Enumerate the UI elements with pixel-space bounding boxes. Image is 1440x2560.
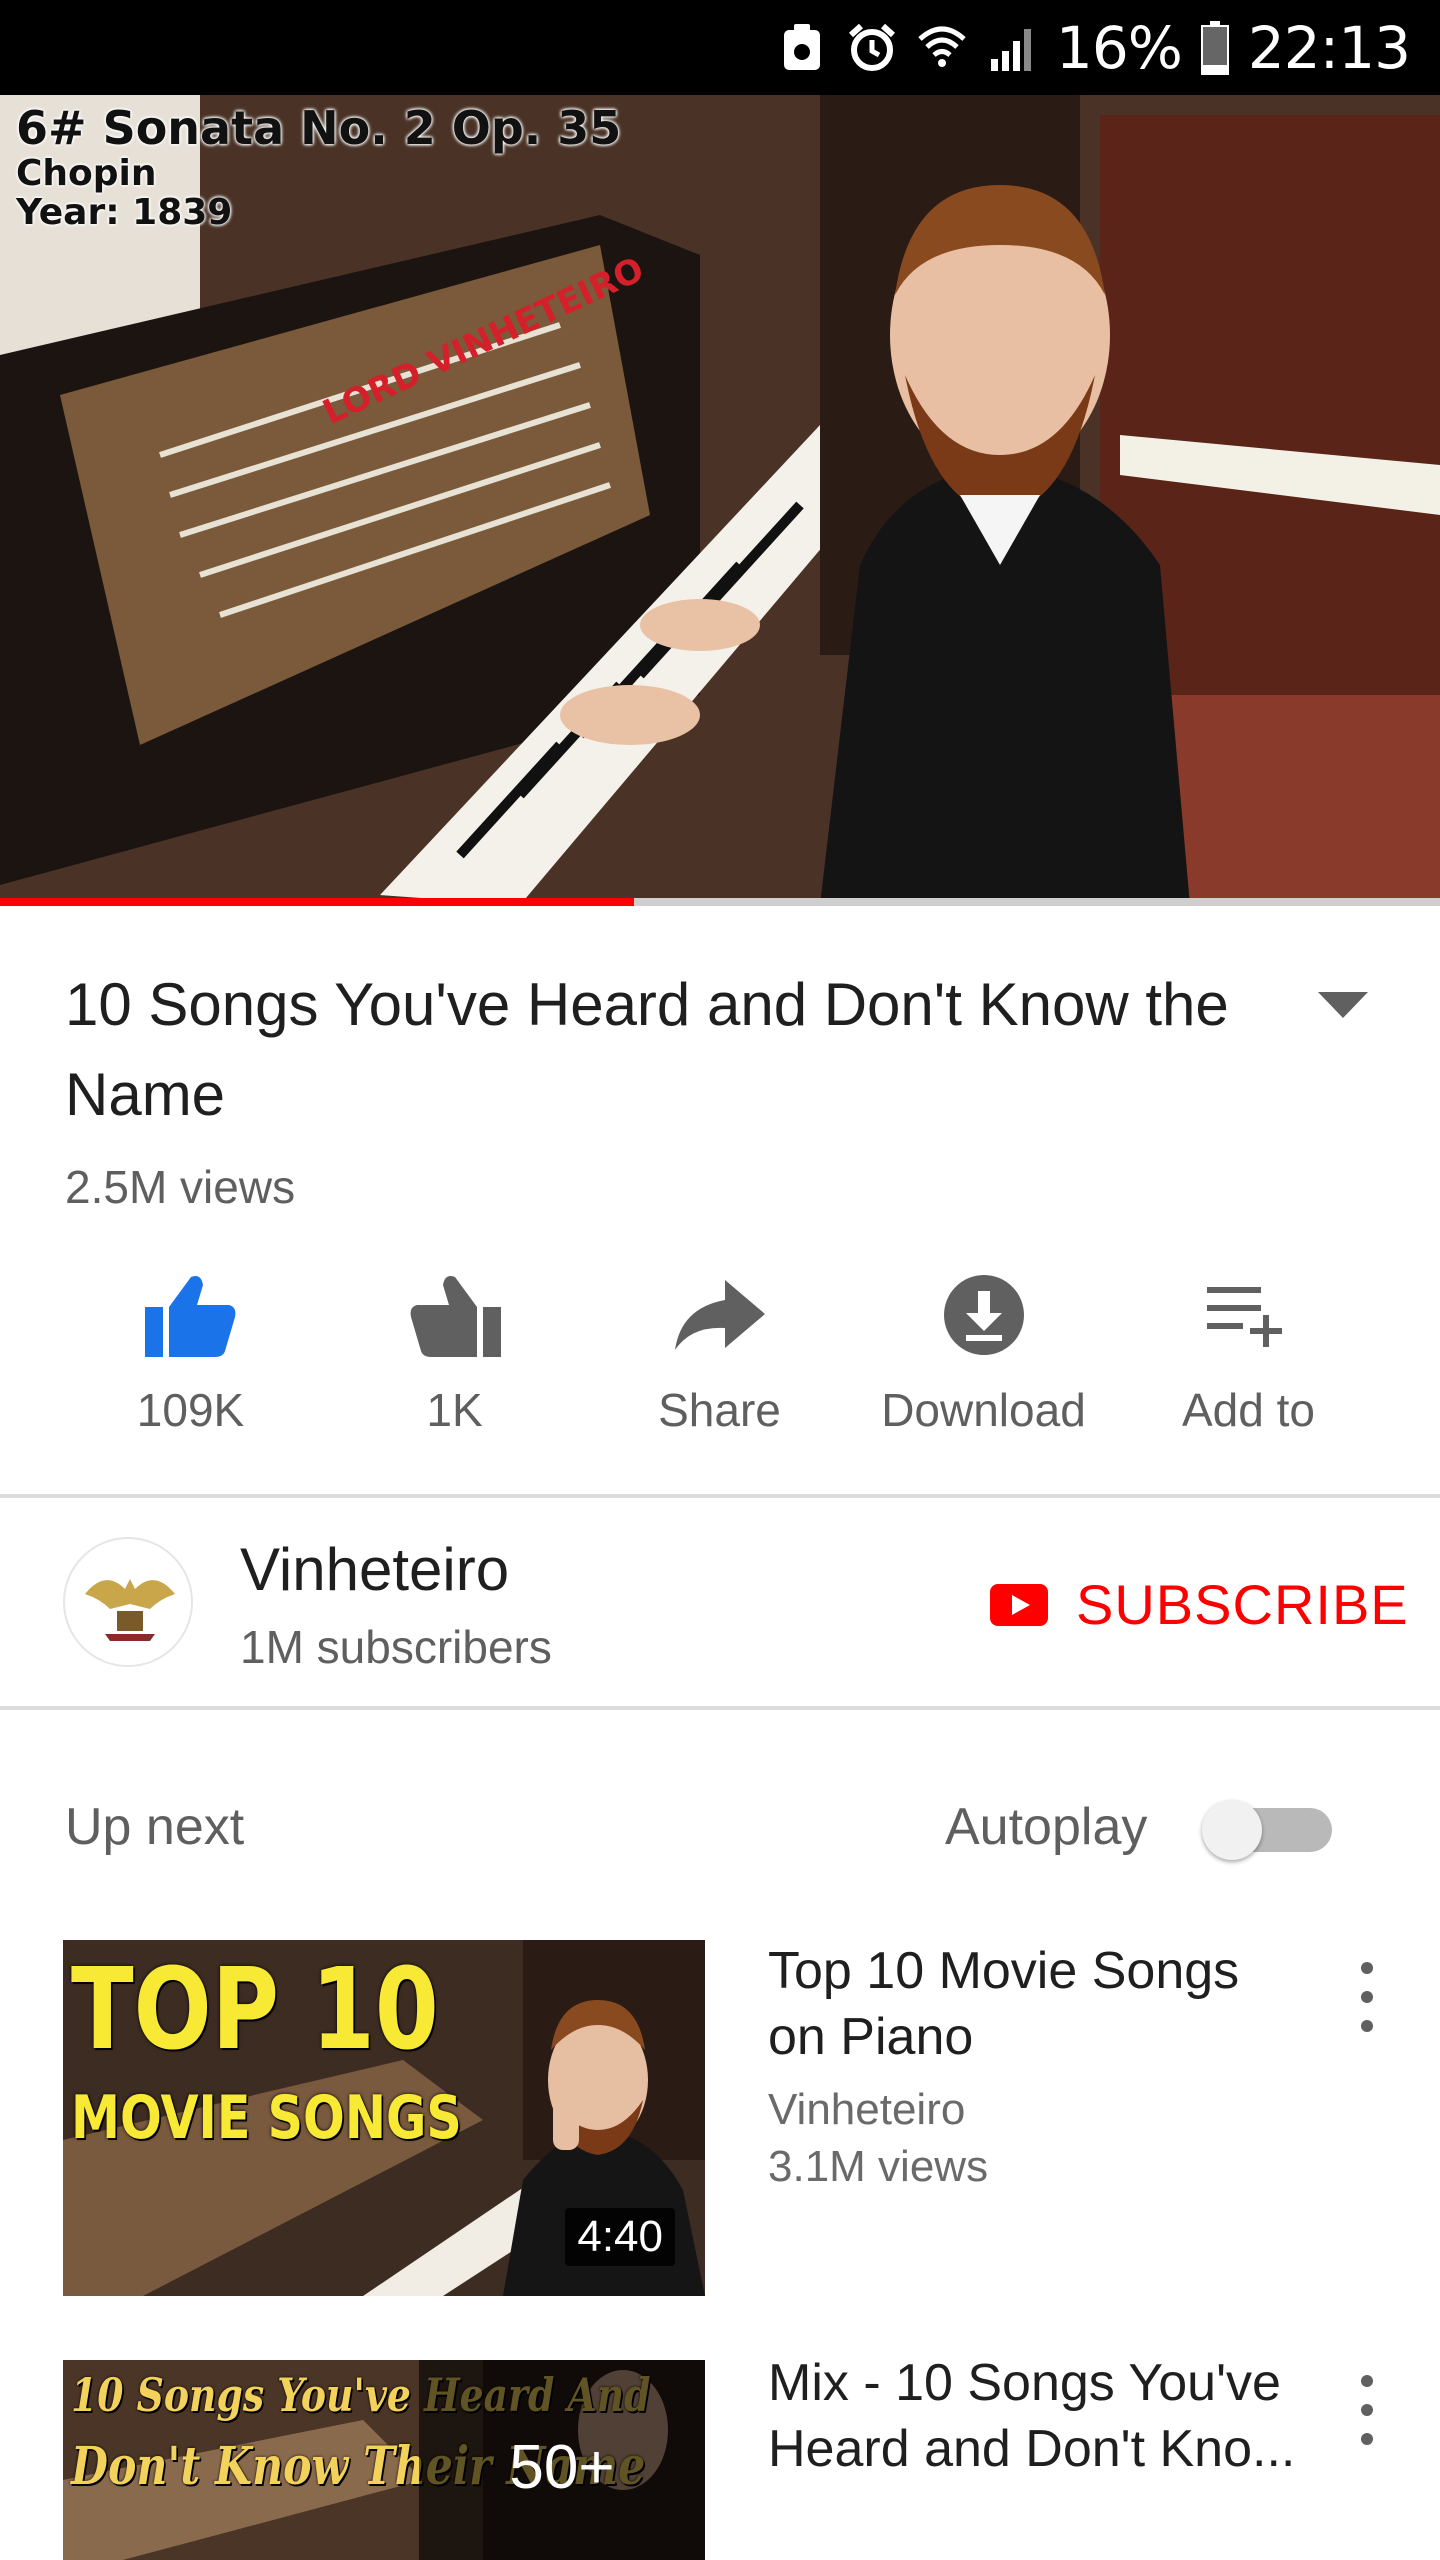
more-vert-icon[interactable] (1352, 2375, 1382, 2445)
like-count: 109K (136, 1384, 245, 1436)
overlay-line-2: Chopin (16, 152, 157, 194)
thumbnail-title-line2: MOVIE SONGS (71, 2083, 462, 2153)
subscribe-button[interactable]: SUBSCRIBE (990, 1572, 1409, 1637)
progress-fill (0, 898, 634, 906)
channel-avatar[interactable] (63, 1537, 193, 1667)
video-duration: 4:40 (565, 2208, 675, 2266)
video-thumbnail[interactable]: 10 Songs You've Heard And Don't Know The… (63, 2360, 705, 2560)
recommendation-title[interactable]: Top 10 Movie Songs on Piano (768, 1938, 1308, 2070)
divider (0, 1706, 1440, 1710)
download-button[interactable]: Download (851, 1265, 1116, 1437)
screenshot-icon (776, 22, 828, 74)
action-bar: 109K 1K Share Download Add to (0, 1265, 1440, 1465)
toggle-knob (1202, 1800, 1262, 1860)
battery-icon (1200, 20, 1230, 75)
share-button[interactable]: Share (587, 1265, 852, 1437)
video-thumbnail[interactable]: TOP 10 MOVIE SONGS 4:40 (63, 1940, 705, 2296)
eagle-logo-icon (66, 1540, 191, 1665)
recommendation-title[interactable]: Mix - 10 Songs You've Heard and Don't Kn… (768, 2350, 1308, 2482)
playlist-overlay: 50+ (419, 2360, 705, 2560)
overlay-line-3: Year: 1839 (16, 192, 233, 234)
chevron-down-icon[interactable] (1318, 990, 1368, 1020)
channel-name[interactable]: Vinheteiro (240, 1535, 509, 1604)
alarm-icon (846, 22, 898, 74)
subscriber-count: 1M subscribers (240, 1621, 552, 1673)
dislike-count: 1K (426, 1384, 483, 1436)
recommendation-channel: Vinheteiro (768, 2085, 966, 2134)
playlist-count: 50+ (509, 2432, 615, 2502)
download-label: Download (881, 1384, 1086, 1436)
thumbnail-title-line1: TOP 10 (71, 1945, 439, 2075)
video-player[interactable]: LORD VINHETEIRO 6# Sonata No. 2 Op. 35 C… (0, 95, 1440, 905)
share-label: Share (658, 1384, 781, 1436)
progress-bar[interactable] (0, 898, 1440, 906)
thumbs-up-icon (141, 1265, 241, 1365)
divider (0, 1494, 1440, 1498)
overlay-line-1: 6# Sonata No. 2 Op. 35 (16, 101, 622, 155)
title-area[interactable]: 10 Songs You've Heard and Don't Know the… (65, 960, 1305, 1140)
add-to-button[interactable]: Add to (1116, 1265, 1381, 1437)
up-next-label: Up next (65, 1798, 245, 1856)
playlist-add-icon (1199, 1265, 1299, 1365)
more-vert-icon[interactable] (1352, 1962, 1382, 2032)
youtube-logo-icon (990, 1583, 1048, 1626)
recommendation-views: 3.1M views (768, 2142, 989, 2191)
status-bar: 16% 22:13 (0, 0, 1440, 95)
share-icon (670, 1265, 770, 1365)
autoplay-toggle[interactable] (1202, 1800, 1332, 1860)
view-count: 2.5M views (65, 1161, 296, 1213)
signal-icon (986, 22, 1038, 74)
thumbs-down-icon (405, 1265, 505, 1365)
video-title: 10 Songs You've Heard and Don't Know the… (65, 971, 1229, 1128)
download-icon (934, 1265, 1034, 1365)
like-button[interactable]: 109K (58, 1265, 323, 1437)
battery-percent: 16% (1055, 13, 1183, 82)
autoplay-label: Autoplay (945, 1798, 1148, 1856)
wifi-icon (916, 22, 968, 74)
video-overlay-text: 6# Sonata No. 2 Op. 35 Chopin Year: 1839 (16, 103, 621, 233)
subscribe-label: SUBSCRIBE (1076, 1573, 1409, 1636)
clock: 22:13 (1247, 13, 1411, 82)
add-to-label: Add to (1182, 1384, 1315, 1436)
dislike-button[interactable]: 1K (322, 1265, 587, 1437)
